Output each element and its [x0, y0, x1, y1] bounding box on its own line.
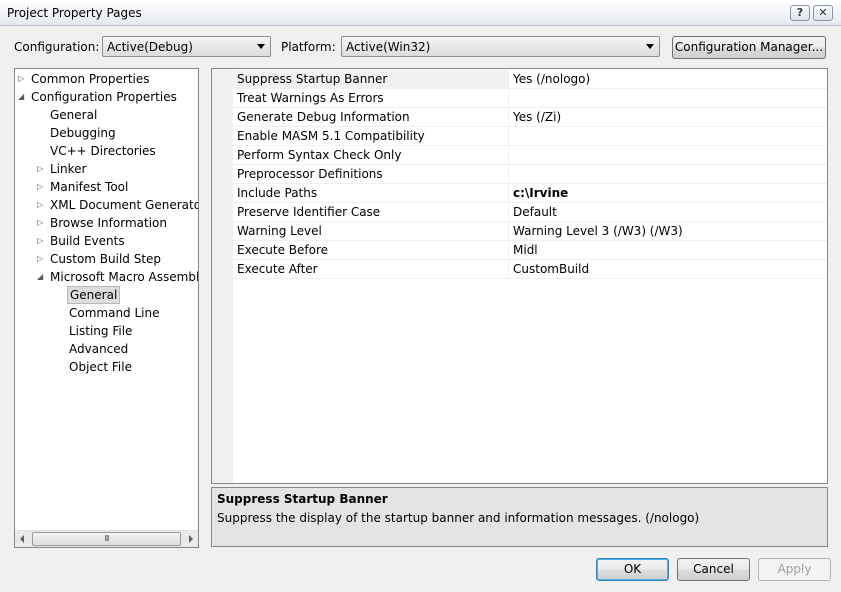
- chevron-down-icon: [646, 44, 654, 49]
- tree-item-label: Object File: [69, 360, 132, 374]
- property-value[interactable]: Warning Level 3 (/W3) (/W3): [513, 224, 683, 238]
- platform-dropdown[interactable]: Active(Win32): [341, 36, 660, 57]
- tree-item-label: General: [50, 108, 98, 122]
- property-row[interactable]: Include Paths c:\Irvine: [233, 184, 827, 203]
- tree-item-label: Microsoft Macro Assembler: [50, 270, 199, 284]
- property-name: Suppress Startup Banner: [237, 72, 388, 86]
- column-divider: [508, 260, 509, 279]
- property-row[interactable]: Preserve Identifier Case Default: [233, 203, 827, 222]
- expand-arrow-icon[interactable]: ▷: [37, 178, 47, 196]
- expand-arrow-icon[interactable]: ▷: [37, 250, 47, 268]
- configuration-value: Active(Debug): [107, 40, 193, 54]
- property-row[interactable]: Warning Level Warning Level 3 (/W3) (/W3): [233, 222, 827, 241]
- property-name: Enable MASM 5.1 Compatibility: [237, 129, 425, 143]
- tree-item-label: XML Document Generator: [50, 198, 199, 212]
- property-row[interactable]: Suppress Startup Banner Yes (/nologo): [233, 70, 827, 89]
- property-name: Execute After: [237, 262, 318, 276]
- property-row[interactable]: Execute Before Midl: [233, 241, 827, 260]
- description-panel: Suppress Startup Banner Suppress the dis…: [211, 487, 828, 547]
- configuration-dropdown[interactable]: Active(Debug): [102, 36, 271, 57]
- description-title: Suppress Startup Banner: [217, 492, 388, 506]
- column-divider: [508, 222, 509, 241]
- property-row[interactable]: Enable MASM 5.1 Compatibility: [233, 127, 827, 146]
- property-name: Include Paths: [237, 186, 318, 200]
- property-row[interactable]: Execute After CustomBuild: [233, 260, 827, 279]
- help-icon: ?: [796, 6, 804, 19]
- collapse-arrow-icon[interactable]: ◢: [37, 268, 47, 286]
- property-value[interactable]: Default: [513, 205, 557, 219]
- tree-item-label: Linker: [50, 162, 87, 176]
- expand-arrow-icon[interactable]: ▷: [18, 70, 28, 88]
- tree-item-label: Command Line: [69, 306, 160, 320]
- tree-item-label: General: [67, 286, 121, 304]
- tree-item-label: Listing File: [69, 324, 133, 338]
- platform-label: Platform:: [281, 40, 336, 54]
- property-name: Treat Warnings As Errors: [237, 91, 384, 105]
- property-name: Execute Before: [237, 243, 329, 257]
- property-row[interactable]: Perform Syntax Check Only: [233, 146, 827, 165]
- tree-item-label: Custom Build Step: [50, 252, 162, 266]
- description-text: Suppress the display of the startup bann…: [217, 511, 700, 525]
- scroll-left-icon[interactable]: [20, 535, 24, 543]
- property-name: Preserve Identifier Case: [237, 205, 381, 219]
- property-value[interactable]: CustomBuild: [513, 262, 589, 276]
- tree-item-label: Configuration Properties: [31, 90, 177, 104]
- property-row[interactable]: Preprocessor Definitions: [233, 165, 827, 184]
- chevron-down-icon: [257, 44, 265, 49]
- close-button[interactable]: ✕: [813, 5, 833, 21]
- column-divider: [508, 184, 509, 203]
- tree-item-label: Debugging: [50, 126, 116, 140]
- tree-item-label: VC++ Directories: [50, 144, 156, 158]
- column-divider: [508, 127, 509, 146]
- expand-arrow-icon[interactable]: ▷: [37, 214, 47, 232]
- platform-value: Active(Win32): [346, 40, 431, 54]
- scroll-thumb[interactable]: III: [32, 532, 181, 546]
- property-row[interactable]: Treat Warnings As Errors: [233, 89, 827, 108]
- column-divider: [508, 146, 509, 165]
- tree-item-label: Manifest Tool: [50, 180, 129, 194]
- column-divider: [508, 165, 509, 184]
- help-button[interactable]: ?: [790, 5, 810, 21]
- title-bar: Project Property Pages ? ✕: [0, 0, 841, 26]
- property-value[interactable]: c:\Irvine: [513, 186, 568, 200]
- expand-arrow-icon[interactable]: ▷: [37, 232, 47, 250]
- column-divider: [508, 108, 509, 127]
- property-name: Preprocessor Definitions: [237, 167, 383, 181]
- column-divider: [508, 203, 509, 222]
- tree-horizontal-scrollbar[interactable]: III: [15, 530, 198, 547]
- tree-item-label: Advanced: [69, 342, 129, 356]
- property-tree[interactable]: Object File Advanced Listing File Command L…: [14, 68, 199, 548]
- tree-item-label: Browse Information: [50, 216, 167, 230]
- property-grid[interactable]: Suppress Startup Banner Yes (/nologo) Trea…: [211, 68, 828, 484]
- apply-button[interactable]: Apply: [758, 558, 831, 581]
- property-row[interactable]: Generate Debug Information Yes (/Zi): [233, 108, 827, 127]
- configuration-label: Configuration:: [14, 40, 100, 54]
- expand-arrow-icon[interactable]: ▷: [37, 196, 47, 214]
- window-title: Project Property Pages: [7, 6, 142, 20]
- grip-icon: III: [104, 534, 109, 543]
- ok-button[interactable]: OK: [596, 558, 669, 581]
- property-value[interactable]: Midl: [513, 243, 538, 257]
- tree-item-label: Build Events: [50, 234, 125, 248]
- collapse-arrow-icon[interactable]: ◢: [18, 88, 28, 106]
- property-value[interactable]: Yes (/nologo): [513, 72, 590, 86]
- column-divider: [508, 70, 509, 89]
- property-name: Generate Debug Information: [237, 110, 410, 124]
- close-icon: ✕: [818, 6, 828, 19]
- column-divider: [508, 241, 509, 260]
- configuration-manager-button[interactable]: Configuration Manager...: [672, 36, 826, 59]
- tree-item-label: Common Properties: [31, 72, 150, 86]
- property-name: Warning Level: [237, 224, 322, 238]
- scroll-right-icon[interactable]: [189, 535, 193, 543]
- property-name: Perform Syntax Check Only: [237, 148, 402, 162]
- expand-arrow-icon[interactable]: ▷: [37, 160, 47, 178]
- grid-gutter: [212, 69, 233, 483]
- column-divider: [508, 89, 509, 108]
- property-value[interactable]: Yes (/Zi): [513, 110, 561, 124]
- cancel-button[interactable]: Cancel: [677, 558, 750, 581]
